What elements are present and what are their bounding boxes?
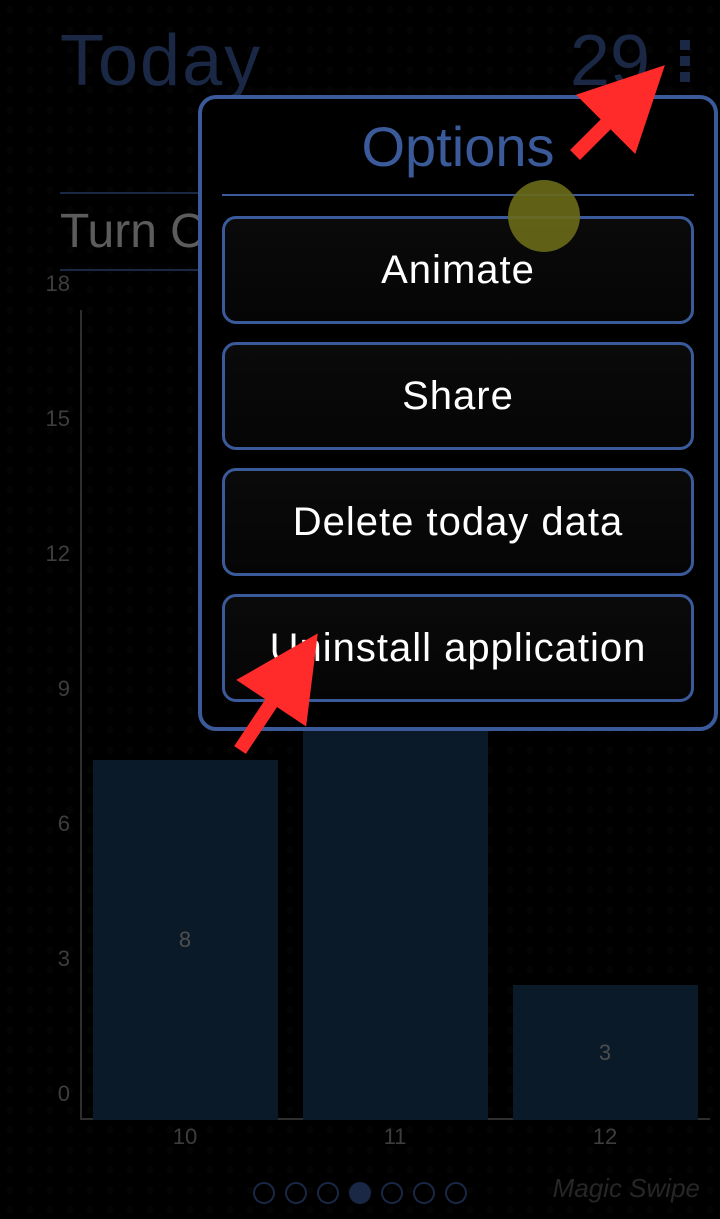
annotation-arrow-top: [565, 55, 675, 165]
delete-today-data-button[interactable]: Delete today data: [222, 468, 694, 576]
animate-button[interactable]: Animate: [222, 216, 694, 324]
touch-indicator: [508, 180, 580, 252]
annotation-arrow-bottom: [225, 620, 345, 760]
share-button[interactable]: Share: [222, 342, 694, 450]
